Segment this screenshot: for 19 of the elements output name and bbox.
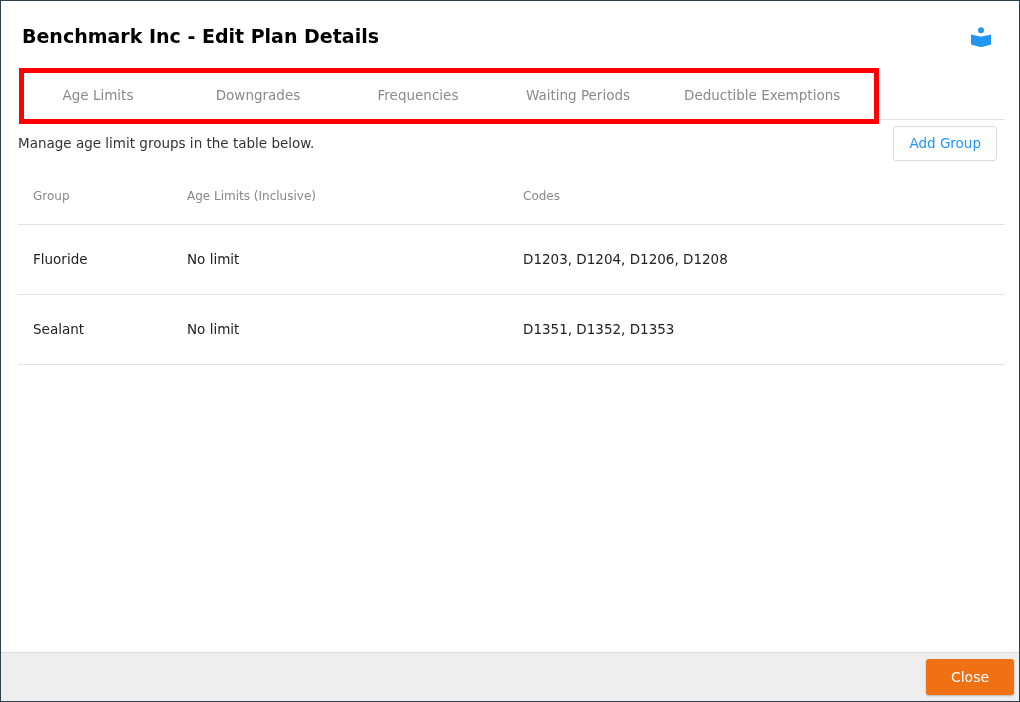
tab[interactable]: Frequencies xyxy=(348,76,488,115)
dialog-title: Benchmark Inc - Edit Plan Details xyxy=(22,24,379,48)
table-cell: D1203, D1204, D1206, D1208 xyxy=(523,250,728,267)
close-button[interactable]: Close xyxy=(926,659,1014,695)
column-header: Group xyxy=(33,188,70,203)
tab[interactable]: Deductible Exemptions xyxy=(668,76,857,115)
table-cell: Fluoride xyxy=(33,250,88,267)
tab[interactable]: Age Limits xyxy=(28,76,168,115)
tab[interactable]: Waiting Periods xyxy=(508,76,648,115)
book-reader-icon[interactable] xyxy=(971,27,991,47)
table-cell: No limit xyxy=(187,320,240,337)
column-header: Age Limits (Inclusive) xyxy=(187,188,316,203)
table-cell: D1351, D1352, D1353 xyxy=(523,320,675,337)
table-cell: Sealant xyxy=(33,320,85,337)
tab[interactable]: Downgrades xyxy=(188,76,328,115)
table-cell: No limit xyxy=(187,250,240,267)
column-header: Codes xyxy=(523,188,560,203)
description-text: Manage age limit groups in the table below. xyxy=(18,134,315,154)
add-group-button[interactable]: Add Group xyxy=(893,126,997,161)
